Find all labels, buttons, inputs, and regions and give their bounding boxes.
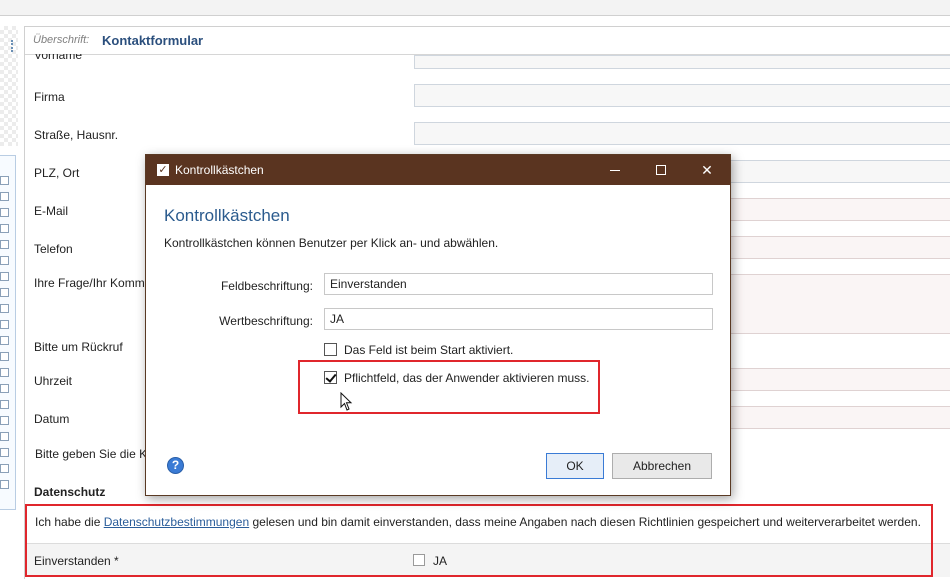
dialog-title: Kontrollkästchen bbox=[175, 163, 264, 177]
left-list-checkbox[interactable] bbox=[0, 320, 9, 329]
field-input-strasse[interactable] bbox=[414, 122, 950, 145]
field-label-caption: Feldbeschriftung: bbox=[220, 279, 313, 293]
close-button[interactable]: ✕ bbox=[684, 155, 730, 185]
left-list-checkbox[interactable] bbox=[0, 288, 9, 297]
ok-button[interactable]: OK bbox=[546, 453, 604, 479]
minimize-icon bbox=[610, 170, 620, 171]
value-label-caption: Wertbeschriftung: bbox=[219, 314, 313, 328]
field-label-firma: Firma bbox=[34, 90, 65, 104]
section-title-datenschutz: Datenschutz bbox=[34, 485, 106, 499]
checkbox-icon: ✓ bbox=[157, 164, 169, 176]
left-list-checkbox[interactable] bbox=[0, 256, 9, 265]
consent-checkbox[interactable] bbox=[413, 554, 425, 566]
left-list-checkbox[interactable] bbox=[0, 432, 9, 441]
checkbox-dialog: ✓ Kontrollkästchen ✕ Kontrollkästchen Ko… bbox=[145, 154, 731, 496]
left-checkbox-list bbox=[0, 155, 16, 510]
left-list-checkbox[interactable] bbox=[0, 192, 9, 201]
left-list-checkbox[interactable] bbox=[0, 464, 9, 473]
field-label-datum: Datum bbox=[34, 412, 70, 426]
consent-row[interactable]: Einverstanden * JA bbox=[25, 543, 950, 577]
required-checkbox[interactable] bbox=[324, 371, 337, 384]
cancel-button[interactable]: Abbrechen bbox=[612, 453, 712, 479]
consent-label: Einverstanden * bbox=[34, 554, 119, 568]
left-list-checkbox[interactable] bbox=[0, 416, 9, 425]
heading-caption: Überschrift: bbox=[33, 34, 90, 46]
field-input-firma[interactable] bbox=[414, 84, 950, 107]
consent-value: JA bbox=[433, 554, 448, 568]
privacy-text-before: Ich habe die bbox=[35, 515, 104, 529]
left-panel-top bbox=[0, 26, 18, 146]
left-list-checkbox[interactable] bbox=[0, 176, 9, 185]
left-list-checkbox[interactable] bbox=[0, 304, 9, 313]
left-side-panel bbox=[0, 20, 18, 579]
left-list-checkbox[interactable] bbox=[0, 240, 9, 249]
field-label-telefon: Telefon bbox=[34, 242, 73, 256]
field-label-input[interactable] bbox=[324, 273, 713, 295]
left-list-checkbox[interactable] bbox=[0, 352, 9, 361]
privacy-statement: Ich habe die Datenschutzbestimmungen gel… bbox=[35, 515, 921, 529]
minimize-button[interactable] bbox=[592, 155, 638, 185]
start-active-label: Das Feld ist beim Start aktiviert. bbox=[344, 343, 514, 357]
maximize-button[interactable] bbox=[638, 155, 684, 185]
left-list-checkbox[interactable] bbox=[0, 448, 9, 457]
top-toolbar-strip bbox=[0, 0, 950, 16]
left-list-checkbox[interactable] bbox=[0, 224, 9, 233]
help-icon[interactable]: ? bbox=[167, 457, 184, 474]
field-label-strasse: Straße, Hausnr. bbox=[34, 128, 119, 142]
field-label-vorname: Vorname bbox=[34, 54, 83, 62]
field-input-vorname[interactable] bbox=[414, 55, 950, 69]
close-icon: ✕ bbox=[701, 162, 713, 178]
dialog-titlebar[interactable]: ✓ Kontrollkästchen ✕ bbox=[146, 155, 730, 185]
field-label-frage: Ihre Frage/Ihr Komme bbox=[34, 276, 152, 290]
left-list-checkbox[interactable] bbox=[0, 384, 9, 393]
field-label-uhrzeit: Uhrzeit bbox=[34, 374, 73, 388]
field-label-email: E-Mail bbox=[34, 204, 69, 218]
left-list-checkbox[interactable] bbox=[0, 208, 9, 217]
heading-row[interactable]: Überschrift: Kontaktformular bbox=[25, 27, 950, 55]
privacy-link[interactable]: Datenschutzbestimmungen bbox=[104, 515, 249, 529]
dialog-description: Kontrollkästchen können Benutzer per Kli… bbox=[164, 236, 499, 250]
left-list-checkbox[interactable] bbox=[0, 480, 9, 489]
start-active-checkbox[interactable] bbox=[324, 343, 337, 356]
splitter-grip-icon[interactable] bbox=[11, 40, 17, 52]
mouse-cursor-icon bbox=[340, 392, 353, 411]
required-label: Pflichtfeld, das der Anwender aktivieren… bbox=[344, 371, 590, 385]
field-label-rueckruf: Bitte um Rückruf bbox=[34, 340, 123, 354]
left-list-checkbox[interactable] bbox=[0, 336, 9, 345]
form-title: Kontaktformular bbox=[102, 33, 204, 48]
value-label-input[interactable] bbox=[324, 308, 713, 330]
left-list-checkbox[interactable] bbox=[0, 368, 9, 377]
field-label-bitte-geben: Bitte geben Sie die K bbox=[35, 447, 148, 461]
left-list-checkbox[interactable] bbox=[0, 400, 9, 409]
left-list-checkbox[interactable] bbox=[0, 272, 9, 281]
dialog-heading: Kontrollkästchen bbox=[164, 206, 290, 225]
privacy-text-after: gelesen und bin damit einverstanden, das… bbox=[249, 515, 921, 529]
field-label-plz-ort: PLZ, Ort bbox=[34, 166, 80, 180]
maximize-icon bbox=[656, 165, 666, 175]
